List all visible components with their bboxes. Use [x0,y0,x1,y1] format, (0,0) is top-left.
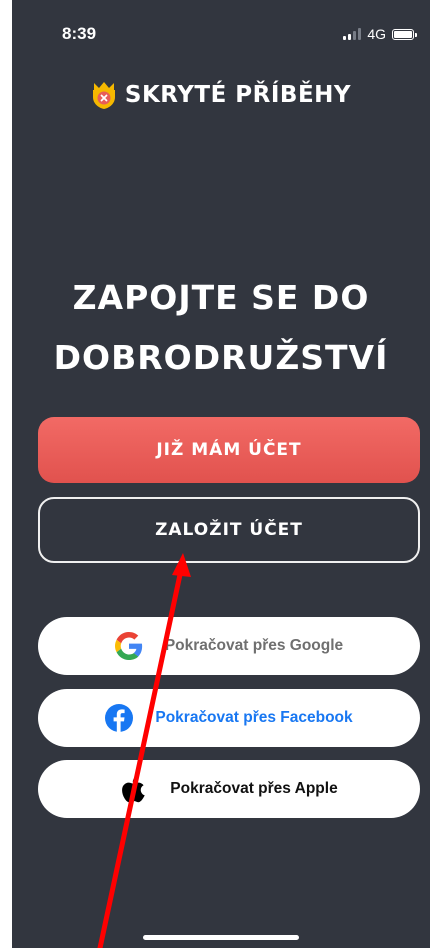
apple-signin-button[interactable]: Pokračovat přes Apple [38,760,420,818]
google-signin-label: Pokračovat přes Google [164,637,344,654]
brand-name: SKRYTÉ PŘÍBĚHY [124,82,352,108]
facebook-signin-button[interactable]: Pokračovat přes Facebook [38,689,420,747]
facebook-icon [105,704,134,732]
status-indicators: 4G [343,26,417,42]
title-line-2: DOBRODRUŽSTVÍ [53,338,389,377]
login-button[interactable]: JIŽ MÁM ÚČET [38,417,420,483]
crown-shield-logo-icon [92,82,115,109]
app-screen: 8:39 4G SKRYTÉ PŘÍBĚHY ZAPOJTE SE DO DOB… [12,0,430,948]
battery-icon [392,28,417,40]
facebook-signin-label: Pokračovat přes Facebook [155,709,353,726]
network-label: 4G [367,26,386,42]
login-button-label: JIŽ MÁM ÚČET [156,440,302,460]
google-icon [114,632,143,660]
apple-signin-label: Pokračovat přes Apple [170,780,338,797]
title-line-1: ZAPOJTE SE DO [72,278,370,317]
status-time: 8:39 [62,24,97,43]
brand-header: SKRYTÉ PŘÍBĚHY [12,80,430,110]
signal-icon [343,28,362,40]
register-button-label: ZALOŽIT ÚČET [155,520,303,540]
home-indicator [143,935,299,940]
register-button[interactable]: ZALOŽIT ÚČET [38,497,420,563]
google-signin-button[interactable]: Pokračovat přes Google [38,617,420,675]
page-title: ZAPOJTE SE DO DOBRODRUŽSTVÍ [12,268,430,388]
apple-icon [120,775,148,803]
